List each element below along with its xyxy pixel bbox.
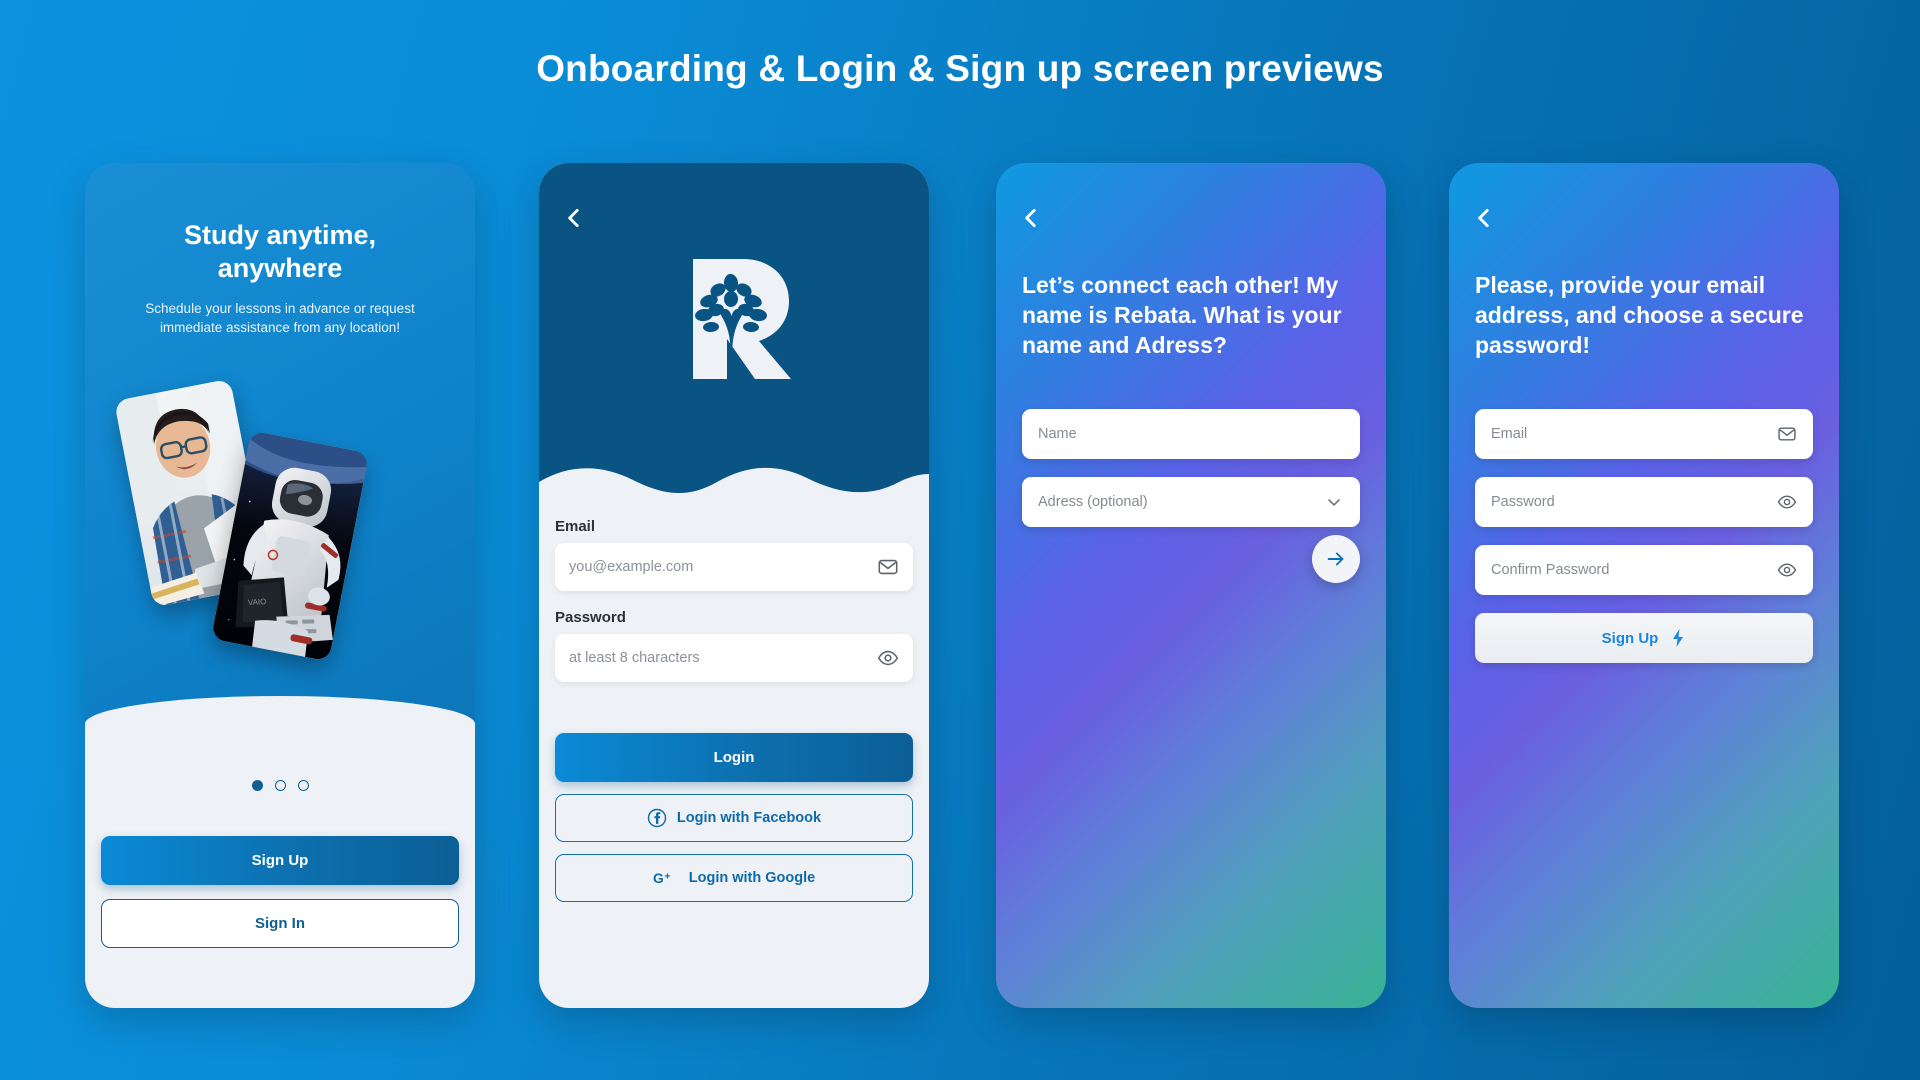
login-screen: Email Password Login <box>539 163 929 1008</box>
sign-up-button[interactable]: Sign Up <box>101 836 459 885</box>
signup-password-input[interactable] <box>1491 494 1777 510</box>
google-button-label: Login with Google <box>688 870 816 886</box>
password-input[interactable] <box>569 650 877 666</box>
login-form: Email Password <box>555 518 913 700</box>
facebook-icon <box>647 808 667 828</box>
sign-in-button[interactable]: Sign In <box>101 899 459 948</box>
chevron-left-icon[interactable] <box>1018 205 1044 231</box>
signup-email-input[interactable] <box>1491 426 1777 442</box>
signup-confirm-password-wrapper[interactable] <box>1475 545 1813 595</box>
email-input-wrapper[interactable] <box>555 543 913 591</box>
login-with-google-button[interactable]: G + Login with Google <box>555 854 913 902</box>
onboarding-pager[interactable] <box>85 780 475 791</box>
svg-text:VAIO: VAIO <box>248 597 267 607</box>
app-logo <box>539 253 929 385</box>
onboarding-title-line1: Study anytime, <box>183 220 377 250</box>
signup-email-wrapper[interactable] <box>1475 409 1813 459</box>
onboarding-bottom-sheet: Sign Up Sign In <box>85 696 475 1008</box>
password-label: Password <box>555 609 626 626</box>
signup-title: Please, provide your email address, and … <box>1475 272 1804 358</box>
eye-icon[interactable] <box>1777 560 1797 580</box>
onboarding-header: Study anytime, anywhere Schedule your le… <box>85 219 475 338</box>
eye-icon[interactable] <box>1777 492 1797 512</box>
name-input-wrapper[interactable] <box>1022 409 1360 459</box>
svg-text:G: G <box>653 870 664 886</box>
login-header <box>539 163 929 506</box>
page-title: Onboarding & Login & Sign up screen prev… <box>536 48 1384 89</box>
address-select-wrapper[interactable] <box>1022 477 1360 527</box>
pager-dot-1[interactable] <box>251 780 263 791</box>
signup-submit-button[interactable]: Sign Up <box>1475 613 1813 663</box>
onboarding-title-line2: anywhere <box>217 252 343 283</box>
onboarding-subtitle: Schedule your lessons in advance or requ… <box>145 300 415 336</box>
email-label: Email <box>555 518 596 535</box>
login-actions: Login Login with Facebook G + Login with… <box>555 733 913 902</box>
signup-submit-label: Sign Up <box>1601 629 1659 647</box>
next-button[interactable] <box>1312 535 1360 583</box>
arrow-right-icon <box>1327 552 1344 566</box>
signup-confirm-password-input[interactable] <box>1491 562 1777 578</box>
pager-dot-2[interactable] <box>274 780 286 791</box>
chevron-left-icon[interactable] <box>561 205 587 231</box>
signup-screen: Please, provide your email address, and … <box>1449 163 1839 1008</box>
facebook-button-label: Login with Facebook <box>676 810 822 826</box>
connect-form <box>1022 409 1360 545</box>
onboarding-photo-collage: VAIO <box>85 378 475 708</box>
onboarding-actions: Sign Up Sign In <box>101 836 459 948</box>
wave-divider <box>539 467 929 506</box>
signup-password-wrapper[interactable] <box>1475 477 1813 527</box>
chevron-left-icon[interactable] <box>1471 205 1497 231</box>
envelope-icon <box>1778 427 1796 441</box>
address-input[interactable] <box>1038 494 1324 510</box>
login-button[interactable]: Login <box>555 733 913 782</box>
chevron-down-icon[interactable] <box>1324 492 1344 512</box>
phone-previews: Study anytime, anywhere Schedule your le… <box>0 163 1920 1008</box>
logo-r-tree-icon <box>693 259 791 379</box>
onboarding-title: Study anytime, anywhere <box>85 219 475 285</box>
onboarding-screen: Study anytime, anywhere Schedule your le… <box>85 163 475 1008</box>
envelope-icon <box>878 559 898 575</box>
password-input-wrapper[interactable] <box>555 634 913 682</box>
name-input[interactable] <box>1038 426 1344 442</box>
login-with-facebook-button[interactable]: Login with Facebook <box>555 794 913 842</box>
pager-dot-3[interactable] <box>297 780 309 791</box>
connect-title: Let’s connect each other! My name is Reb… <box>1022 272 1342 358</box>
google-plus-icon: G + <box>653 870 671 886</box>
eye-icon[interactable] <box>877 647 899 669</box>
svg-text:+: + <box>664 871 670 883</box>
email-input[interactable] <box>569 559 877 575</box>
signup-form: Sign Up <box>1475 409 1813 663</box>
connect-screen: Let’s connect each other! My name is Reb… <box>996 163 1386 1008</box>
lightning-bolt-icon <box>1673 629 1684 647</box>
